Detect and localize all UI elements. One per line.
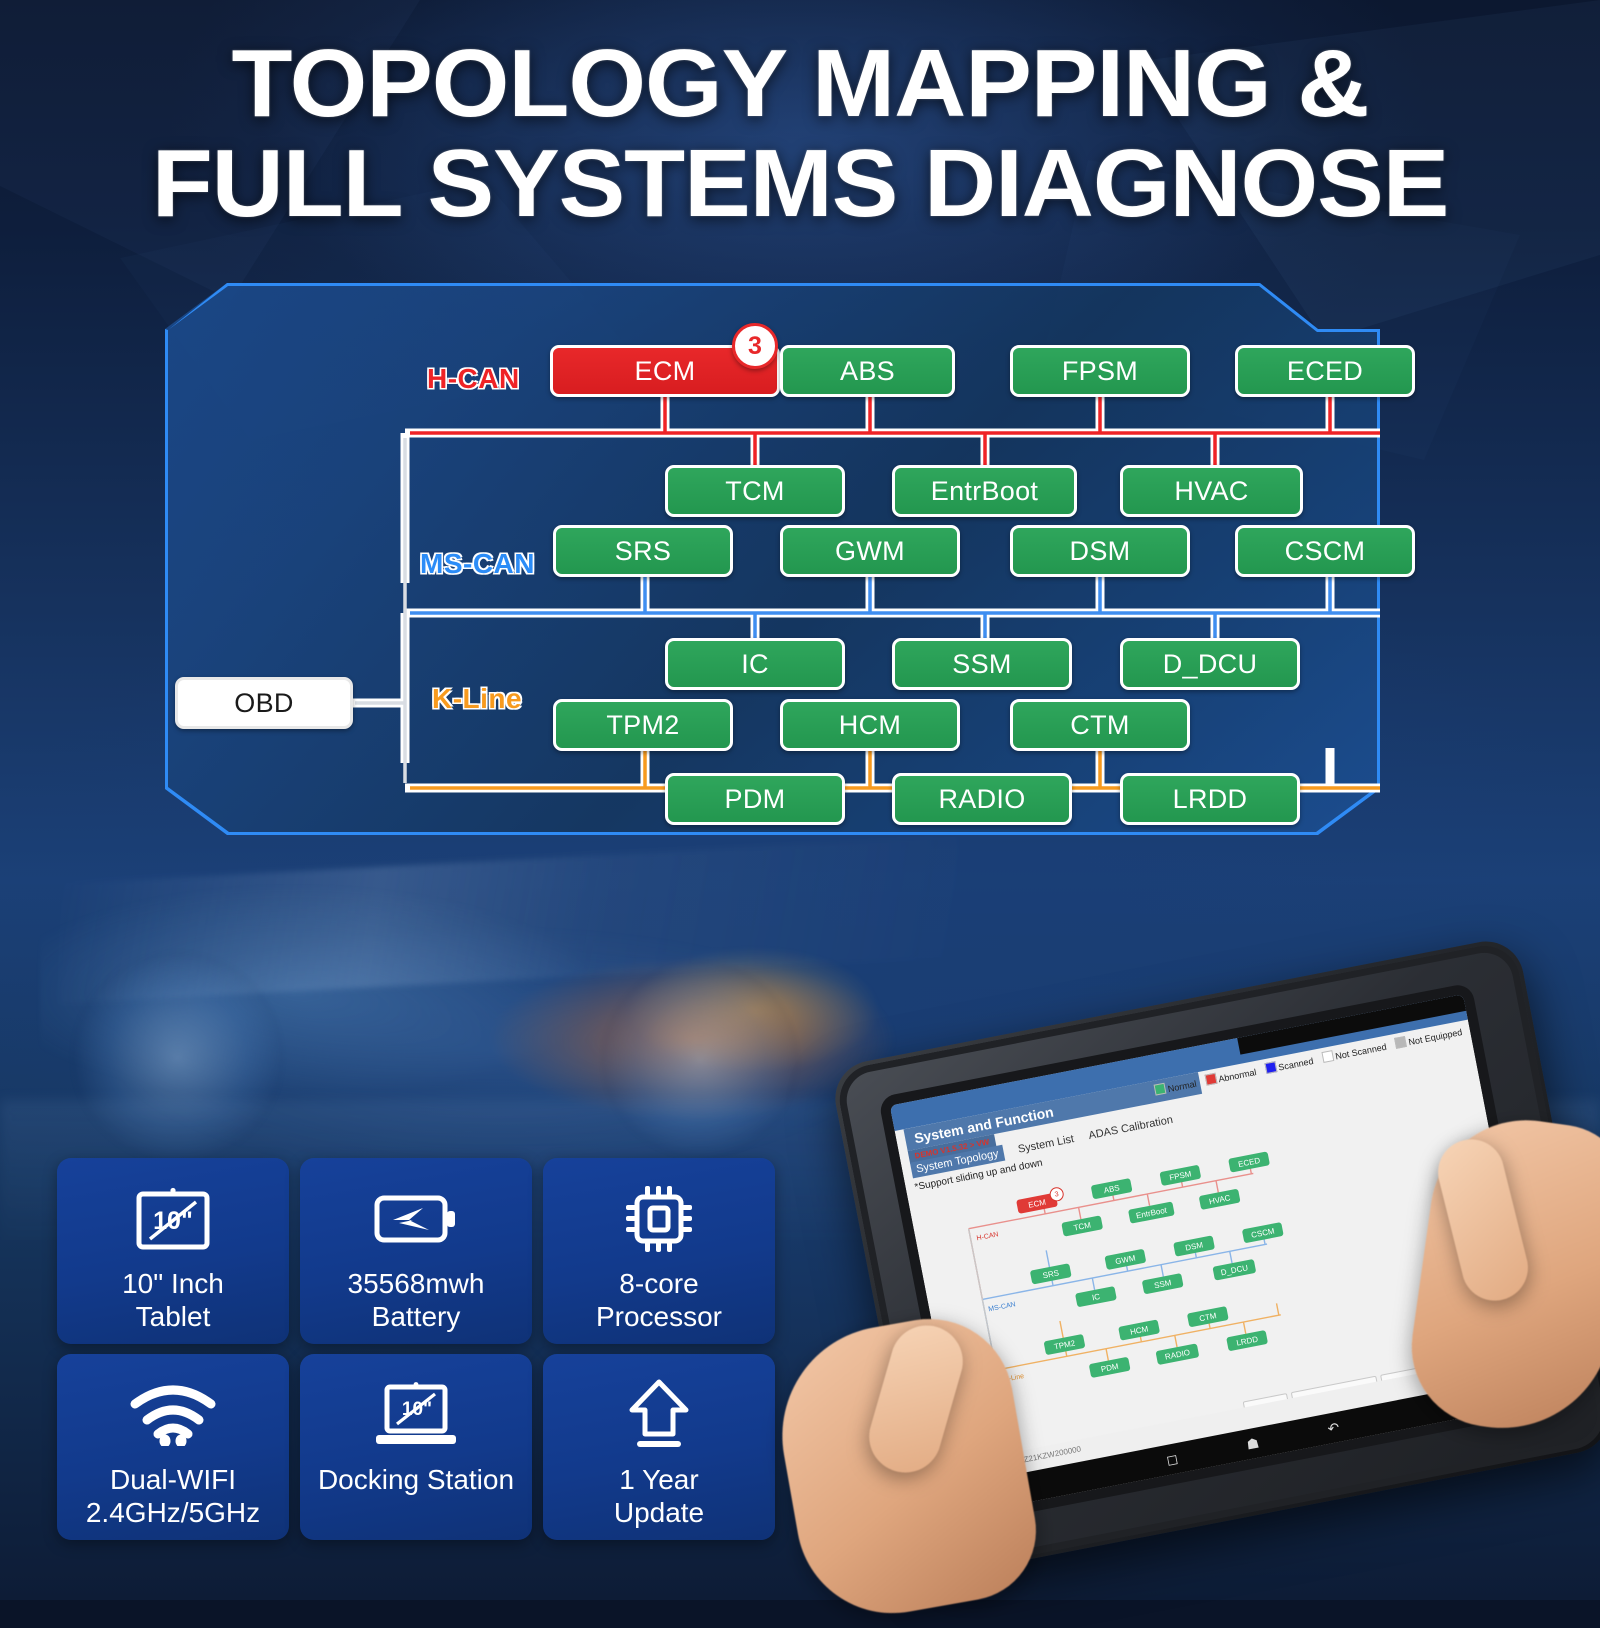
feature-card-wifi: Dual-WIFI 2.4GHz/5GHz	[57, 1354, 289, 1540]
up-arrow-icon	[626, 1374, 692, 1456]
node-eced[interactable]: ECED	[1235, 345, 1415, 397]
bus-label-ms-can: MS-CAN	[420, 548, 535, 579]
bus-label-h-can: H-CAN	[427, 363, 520, 394]
wifi-icon	[127, 1374, 219, 1456]
bus-label-k-line: K-Line	[432, 683, 523, 714]
node-pdm[interactable]: PDM	[665, 773, 845, 825]
feature-label: 10" Inch	[122, 1268, 224, 1299]
feature-sublabel: Tablet	[135, 1301, 211, 1332]
node-srs[interactable]: SRS	[553, 525, 733, 577]
tab-system-list[interactable]: System List	[1017, 1133, 1075, 1156]
legend-label-scanned: Scanned	[1277, 1055, 1315, 1073]
headline-line-2: FULL SYSTEMS DIAGNOSE	[151, 130, 1450, 237]
legend-swatch-not-equipped	[1394, 1035, 1408, 1049]
node-d-dcu[interactable]: D_DCU	[1120, 638, 1300, 690]
tab-adas-calibration[interactable]: ADAS Calibration	[1088, 1114, 1174, 1142]
feature-sublabel: Battery	[371, 1301, 461, 1332]
node-ctm[interactable]: CTM	[1010, 699, 1190, 751]
node-ssm[interactable]: SSM	[892, 638, 1072, 690]
feature-card-battery: 35568mwh Battery	[300, 1158, 532, 1344]
node-obd[interactable]: OBD	[175, 677, 353, 729]
diagnostic-tablet: ☖ ⎙ ☉ System and Function DEMO V1.5.32 >…	[764, 934, 1600, 1628]
svg-text:10": 10"	[153, 1207, 193, 1235]
node-entrboot[interactable]: EntrBoot	[892, 465, 1077, 517]
feature-card-docking: 10" Docking Station	[300, 1354, 532, 1540]
cpu-chip-icon	[622, 1178, 696, 1260]
recents-icon[interactable]: ◻	[1165, 1450, 1180, 1469]
feature-sublabel: Update	[613, 1497, 705, 1528]
node-hvac[interactable]: HVAC	[1120, 465, 1303, 517]
legend-label-not-equipped: Not Equipped	[1407, 1027, 1464, 1048]
home-nav-icon[interactable]: ☗	[1245, 1434, 1261, 1453]
feature-label: 35568mwh	[347, 1268, 485, 1299]
feature-label: Docking Station	[317, 1464, 515, 1495]
feature-sublabel: 2.4GHz/5GHz	[85, 1497, 261, 1528]
feature-label: Dual-WIFI	[110, 1464, 236, 1495]
feature-card-update: 1 Year Update	[543, 1354, 775, 1540]
battery-icon	[373, 1178, 459, 1260]
node-lrdd[interactable]: LRDD	[1120, 773, 1300, 825]
docking-laptop-icon: 10"	[371, 1374, 461, 1456]
headline-line-1: TOPOLOGY MAPPING &	[231, 30, 1369, 137]
feature-cards: 10" 10" Inch Tablet 35568mwh Battery 8-c…	[57, 1158, 775, 1550]
node-abs[interactable]: ABS	[780, 345, 955, 397]
svg-text:10": 10"	[402, 1399, 432, 1420]
legend-swatch-not-scanned	[1321, 1050, 1335, 1063]
legend-label-not-scanned: Not Scanned	[1334, 1041, 1388, 1062]
back-icon[interactable]: ↶	[1326, 1418, 1341, 1437]
node-radio[interactable]: RADIO	[892, 773, 1072, 825]
node-fpsm[interactable]: FPSM	[1010, 345, 1190, 397]
legend-swatch-scanned	[1264, 1061, 1278, 1075]
legend-swatch-abnormal	[1204, 1072, 1218, 1086]
feature-sublabel: Processor	[595, 1301, 723, 1332]
feature-card-tablet: 10" 10" Inch Tablet	[57, 1158, 289, 1344]
node-ic[interactable]: IC	[665, 638, 845, 690]
node-hcm[interactable]: HCM	[780, 699, 960, 751]
feature-label: 1 Year	[619, 1464, 699, 1495]
legend-label-abnormal: Abnormal	[1217, 1067, 1258, 1085]
node-tpm2[interactable]: TPM2	[553, 699, 733, 751]
feature-label: 8-core	[619, 1268, 699, 1299]
node-ecm-fault-badge[interactable]: 3	[732, 323, 778, 369]
tablet-screen-icon: 10"	[134, 1178, 212, 1260]
node-gwm[interactable]: GWM	[780, 525, 960, 577]
node-dsm[interactable]: DSM	[1010, 525, 1190, 577]
topology-panel: H-CAN MS-CAN K-Line OBD ECM 3 ABS FPSM E…	[165, 283, 1415, 835]
legend-swatch-normal	[1153, 1082, 1167, 1096]
feature-card-processor: 8-core Processor	[543, 1158, 775, 1344]
node-tcm[interactable]: TCM	[665, 465, 845, 517]
node-cscm[interactable]: CSCM	[1235, 525, 1415, 577]
page-title: TOPOLOGY MAPPING & FULL SYSTEMS DIAGNOSE	[0, 36, 1600, 236]
